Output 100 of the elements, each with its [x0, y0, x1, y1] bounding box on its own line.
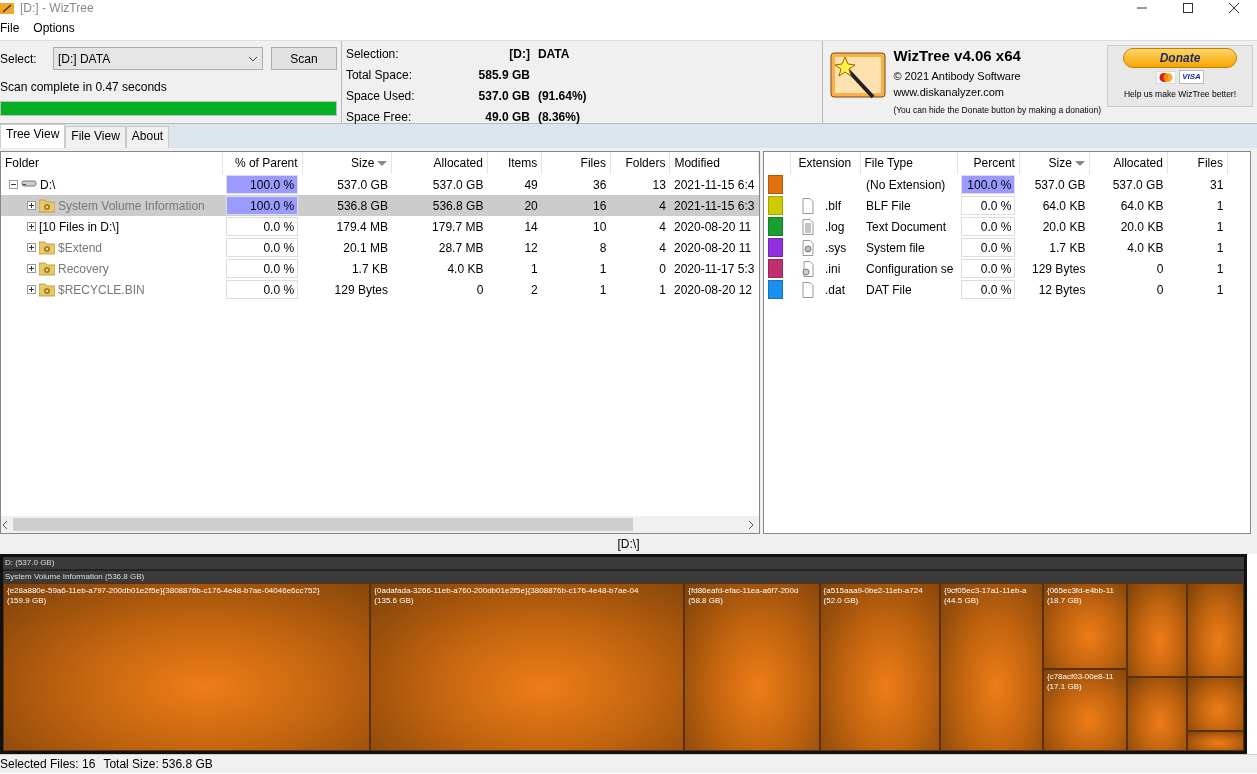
treemap-tile[interactable]: [1186, 677, 1244, 731]
table-cell: 10: [593, 219, 607, 234]
folder-name[interactable]: $Extend: [58, 238, 103, 257]
scrollbar-thumb[interactable]: [13, 518, 633, 531]
table-cell: 1: [1216, 282, 1224, 297]
column-header[interactable]: Folder: [5, 156, 39, 170]
column-header[interactable]: % of Parent: [234, 156, 298, 170]
tile-label: {065ec3fd-e4bb-11: [1046, 586, 1115, 596]
tree-row[interactable]: [10 Files in D:\] 0.0 % 179.4 MB 179.7 MB 14 10 4 2020-08-20 11: [1, 216, 759, 237]
column-header[interactable]: Size: [1048, 156, 1072, 170]
horizontal-scrollbar[interactable]: [1, 516, 759, 533]
treemap-tile[interactable]: [1186, 583, 1244, 678]
donate-button[interactable]: Donate: [1123, 48, 1237, 68]
column-header[interactable]: Folders: [625, 156, 666, 170]
column-header[interactable]: Extension: [798, 156, 852, 170]
percent-value: 0.0 %: [980, 241, 1013, 255]
tab[interactable]: File View: [65, 126, 126, 148]
app-name: WizTree v4.06 x64: [893, 46, 1022, 66]
folder-name[interactable]: D:\: [40, 175, 56, 194]
treemap-tile[interactable]: {a515aaa9-0be2-11eb-a724 (52.0 GB): [819, 583, 940, 751]
tab[interactable]: About: [125, 126, 170, 148]
menu-item[interactable]: Options: [33, 19, 75, 37]
table-cell: 20.0 KB: [1042, 219, 1086, 234]
percent-value: 0.0 %: [980, 262, 1013, 276]
expand-icon[interactable]: [27, 201, 36, 210]
table-cell: BLF File: [866, 198, 911, 213]
folder-name[interactable]: [10 Files in D:\]: [39, 217, 120, 236]
table-cell: 31: [1210, 177, 1224, 192]
treemap-tile[interactable]: {e28a880e-59a6-11eb-a797-200db01e2f5e}{3808876b-c176-4e48-b7ae-04046e6cc752} (159.9 GB): [3, 583, 371, 751]
expand-icon[interactable]: [27, 222, 36, 231]
collapse-icon[interactable]: [9, 180, 18, 189]
tile-label: {a515aaa9-0be2-11eb-a724: [823, 586, 924, 596]
table-cell: 179.4 MB: [336, 219, 388, 234]
table-cell: Text Document: [866, 219, 947, 234]
treemap-folder-label: System Volume Information (536.8 GB): [3, 571, 1244, 583]
table-cell: 1: [599, 261, 607, 276]
expand-icon[interactable]: [27, 264, 36, 273]
tree-row[interactable]: $RECYCLE.BIN 0.0 % 129 Bytes 0 2 1 1 2020-08-20 12: [1, 279, 759, 300]
extension-name: .sys: [825, 239, 847, 257]
summary-label: Space Free:: [345, 109, 413, 126]
extension-row[interactable]: .dat DAT File 0.0 % 12 Bytes 0 1: [764, 279, 1228, 300]
treemap-tile[interactable]: {9cf05ec3-17a1-11eb-a (44.5 GB): [939, 583, 1043, 751]
website-link[interactable]: www.diskanalyzer.com: [893, 83, 1101, 100]
column-header[interactable]: Allocated: [433, 156, 483, 170]
summary-extra: (8.36%): [537, 109, 581, 126]
treemap-tile[interactable]: {c78acf03-00e8-11 (17.1 GB): [1042, 668, 1128, 751]
table-cell: 1: [1216, 198, 1224, 213]
column-header[interactable]: Size: [351, 156, 375, 170]
extension-row[interactable]: .log Text Document 0.0 % 20.0 KB 20.0 KB 1: [764, 216, 1228, 237]
folder-gear-icon: [39, 197, 55, 214]
extension-row[interactable]: (No Extension) 100.0 % 537.0 GB 537.0 GB 31: [764, 174, 1228, 195]
column-header[interactable]: File Type: [864, 156, 913, 170]
percent-value: 0.0 %: [980, 220, 1013, 234]
folder-name[interactable]: $RECYCLE.BIN: [58, 280, 145, 299]
table-cell: 14: [524, 219, 538, 234]
table-cell: 13: [652, 177, 666, 192]
donate-hint: (You can hide the Donate button by making a donation): [893, 103, 1101, 117]
column-header[interactable]: Percent: [973, 156, 1015, 170]
summary-value: 49.0 GB: [484, 109, 530, 126]
treemap-tile[interactable]: {0adafada-3266-11eb-a760-200db01e2f5e}{3808876b-c176-4e48-b7ae-04 (135.6 GB): [370, 583, 685, 751]
table-cell: 8: [599, 240, 607, 255]
tile-label: {fd86eafd-efac-11ea-a6f7-200d: [688, 586, 800, 596]
table-cell: 49: [524, 177, 538, 192]
column-header[interactable]: Modified: [674, 156, 720, 170]
column-header[interactable]: Files: [580, 156, 606, 170]
treemap-tile[interactable]: {fd86eafd-efac-11ea-a6f7-200d (58.8 GB): [684, 583, 820, 751]
table-cell: 20.0 KB: [1120, 219, 1164, 234]
menu-item[interactable]: File: [0, 19, 20, 37]
window-title: [D:] - WizTree: [20, 0, 94, 16]
tile-size: (18.7 GB): [1046, 596, 1083, 606]
folder-gear-icon: [39, 260, 55, 277]
percent-value: 0.0 %: [263, 262, 296, 276]
treemap-tile[interactable]: [1127, 583, 1187, 678]
table-cell: (No Extension): [866, 177, 946, 192]
expand-icon[interactable]: [27, 243, 36, 252]
expand-icon[interactable]: [27, 285, 36, 294]
tree-row[interactable]: D:\ 100.0 % 537.0 GB 537.0 GB 49 36 13 2021-11-15 6:4: [1, 174, 759, 195]
summary-extra: (91.64%): [537, 88, 588, 105]
extension-row[interactable]: .blf BLF File 0.0 % 64.0 KB 64.0 KB 1: [764, 195, 1228, 216]
extension-row[interactable]: .sys System file 0.0 % 1.7 KB 4.0 KB 1: [764, 237, 1228, 258]
extension-row[interactable]: .ini Configuration se 0.0 % 129 Bytes 0 1: [764, 258, 1228, 279]
extension-name: .dat: [825, 281, 845, 299]
column-header[interactable]: Allocated: [1113, 156, 1163, 170]
column-header[interactable]: Files: [1197, 156, 1223, 170]
treemap-tile[interactable]: [1127, 677, 1187, 751]
treemap-tile[interactable]: {065ec3fd-e4bb-11 (18.7 GB): [1042, 583, 1128, 669]
tree-row[interactable]: $Extend 0.0 % 20.1 MB 28.7 MB 12 8 4 2020-08-20 11: [1, 237, 759, 258]
table-cell: DAT File: [866, 282, 912, 297]
scan-button[interactable]: Scan: [270, 47, 337, 70]
table-cell: 1: [1216, 219, 1224, 234]
tab[interactable]: Tree View: [0, 124, 66, 148]
tree-row[interactable]: Recovery 0.0 % 1.7 KB 4.0 KB 1 1 0 2020-11-17 5:3: [1, 258, 759, 279]
table-cell: 179.7 MB: [432, 219, 484, 234]
summary-value: 537.0 GB: [477, 88, 530, 105]
table-cell: 536.8 GB: [337, 198, 388, 213]
donate-note: Help us make WizTree better!: [1123, 88, 1237, 101]
selected-row[interactable]: System Volume Information 100.0 % 536.8 GB 536.8 GB 20 16 4 2021-11-15 6:3: [1, 195, 759, 216]
column-header[interactable]: Items: [507, 156, 538, 170]
folder-name[interactable]: Recovery: [58, 259, 109, 278]
drive-dropdown[interactable]: [D:] DATA: [52, 47, 263, 70]
